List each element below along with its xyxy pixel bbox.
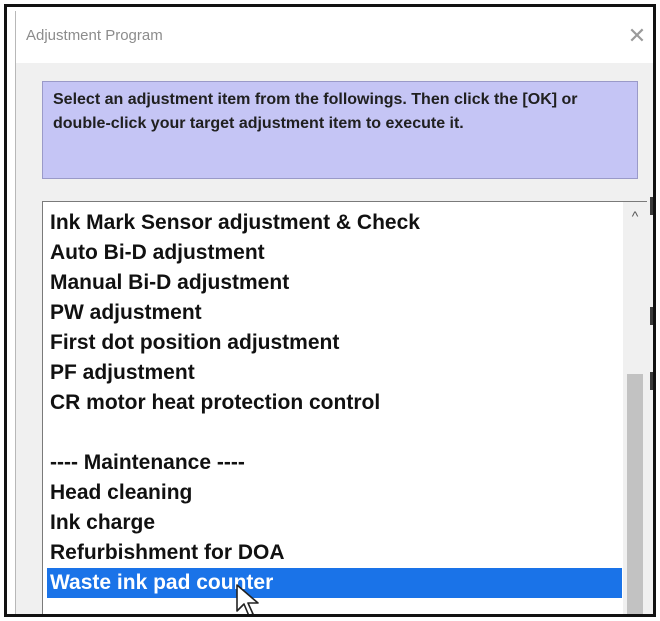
mouse-pointer-icon — [236, 584, 259, 614]
list-items: Ink Mark Sensor adjustment & Check Auto B… — [47, 208, 622, 598]
close-icon[interactable]: ✕ — [622, 21, 652, 51]
list-item[interactable]: Ink charge — [47, 508, 622, 538]
list-item[interactable]: PF adjustment — [47, 358, 622, 388]
list-item[interactable]: Manual Bi-D adjustment — [47, 268, 622, 298]
list-item[interactable]: Auto Bi-D adjustment — [47, 238, 622, 268]
instructions-panel: Select an adjustment item from the follo… — [42, 81, 638, 179]
adjustment-item-list[interactable]: Ink Mark Sensor adjustment & Check Auto B… — [42, 201, 647, 614]
scroll-thumb[interactable] — [627, 374, 643, 614]
list-item[interactable]: First dot position adjustment — [47, 328, 622, 358]
screenshot-frame: Adjustment Program ✕ Select an adjustmen… — [4, 4, 656, 617]
list-item[interactable]: Head cleaning — [47, 478, 622, 508]
list-item[interactable]: PW adjustment — [47, 298, 622, 328]
list-item[interactable]: Ink Mark Sensor adjustment & Check — [47, 208, 622, 238]
dialog-title: Adjustment Program — [26, 27, 163, 44]
list-item-selected[interactable]: Waste ink pad counter — [47, 568, 622, 598]
list-section-header[interactable]: ---- Maintenance ---- — [47, 448, 622, 478]
background-window-edge — [650, 307, 653, 325]
title-bar: Adjustment Program ✕ — [16, 11, 653, 63]
vertical-scrollbar[interactable]: ^ — [623, 202, 647, 614]
list-item[interactable]: CR motor heat protection control — [47, 388, 622, 418]
background-window-edge — [650, 372, 653, 390]
list-item[interactable]: Refurbishment for DOA — [47, 538, 622, 568]
background-window-edge — [650, 197, 653, 215]
scroll-up-arrow-icon[interactable]: ^ — [623, 208, 647, 230]
adjustment-program-dialog: Adjustment Program ✕ Select an adjustmen… — [15, 11, 653, 614]
